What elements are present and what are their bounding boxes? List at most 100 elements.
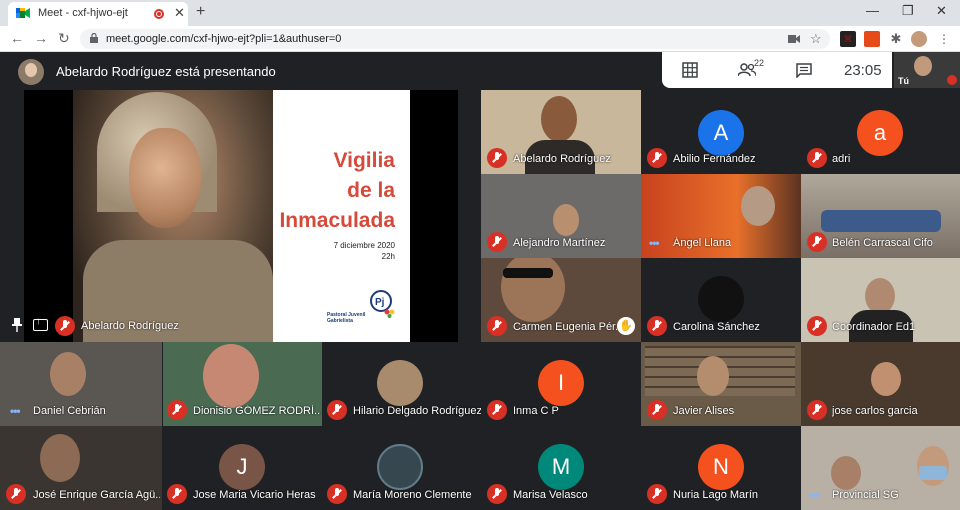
slide-organization: Pastoral Juvenil Gabrielista <box>327 312 383 324</box>
grid-layout-icon[interactable] <box>682 62 698 78</box>
participant-tile[interactable]: Javier Alises <box>641 342 801 426</box>
participant-tile[interactable]: M Marisa Velasco <box>481 426 641 510</box>
participant-tile[interactable]: ••• Daniel Cebrián <box>0 342 162 426</box>
participant-video <box>203 344 259 408</box>
participant-avatar: A <box>698 110 744 156</box>
slide-time-line: 22h <box>381 252 395 261</box>
browser-tab-bar: Meet - cxf-hjwo-ejt ✕ + — ❐ ✕ <box>0 0 960 26</box>
participant-name: Hilario Delgado Rodríguez <box>353 405 481 417</box>
participant-tile[interactable]: J Jose Maria Vicario Heras <box>163 426 322 510</box>
participant-name: Belén Carrascal Cifo <box>832 237 933 249</box>
participant-tile[interactable]: Belén Carrascal Cifo <box>801 174 960 258</box>
browser-toolbar: ← → ↻ meet.google.com/cxf-hjwo-ejt?pli=1… <box>0 26 960 52</box>
browser-menu-icon[interactable]: ⋮ <box>936 31 952 47</box>
participant-name: Coordinador Ed1 <box>832 321 916 333</box>
new-tab-button[interactable]: + <box>196 3 205 21</box>
participant-tile[interactable]: Dionisio GÓMEZ RODRÍ... <box>163 342 322 426</box>
address-bar[interactable]: meet.google.com/cxf-hjwo-ejt?pli=1&authu… <box>80 29 830 49</box>
participant-name: adri <box>832 153 851 165</box>
participant-name: Provincial SG <box>832 489 899 501</box>
participant-tile[interactable]: María Moreno Clemente <box>323 426 481 510</box>
self-video <box>914 56 932 76</box>
tab-close-icon[interactable]: ✕ <box>174 5 185 21</box>
participant-tile[interactable]: N Nuria Lago Marín <box>641 426 801 510</box>
muted-mic-icon <box>647 316 667 336</box>
muted-mic-icon <box>647 400 667 420</box>
participant-tile[interactable]: Hilario Delgado Rodríguez <box>323 342 481 426</box>
participant-tile[interactable]: Coordinador Ed1 <box>801 258 960 342</box>
muted-mic-icon <box>807 400 827 420</box>
participant-tile[interactable]: Abelardo Rodríguez <box>481 90 641 174</box>
pin-icon[interactable] <box>12 318 22 332</box>
muted-mic-icon <box>647 484 667 504</box>
meet-top-panel: 22 23:05 <box>662 52 892 88</box>
muted-mic-icon <box>487 232 507 252</box>
camera-icon[interactable] <box>788 34 800 44</box>
raised-hand-icon: ✋ <box>617 317 635 335</box>
participant-name: Carolina Sánchez <box>673 321 760 333</box>
muted-mic-icon <box>327 484 347 504</box>
self-view-tile[interactable]: Tú <box>894 52 960 88</box>
participant-video <box>871 362 901 396</box>
window-close-button[interactable]: ✕ <box>936 3 947 19</box>
extensions-puzzle-icon[interactable]: ✱ <box>888 31 904 47</box>
forward-button[interactable]: → <box>34 30 48 46</box>
participant-name: Nuria Lago Marín <box>673 489 758 501</box>
back-button[interactable]: ← <box>10 30 24 46</box>
participant-tile[interactable]: I Inma C P <box>481 342 641 426</box>
org-line-2: Gabrielista <box>327 318 353 324</box>
muted-mic-icon <box>487 400 507 420</box>
muted-mic-icon <box>807 148 827 168</box>
participant-tile[interactable]: Alejandro Martínez <box>481 174 641 258</box>
participant-name: Inma C P <box>513 405 559 417</box>
participant-video <box>865 278 895 314</box>
slide-photo-face <box>129 128 201 228</box>
participant-name: José Enrique García Agü... <box>33 489 160 501</box>
google-meet-icon <box>16 8 30 18</box>
minimize-button[interactable]: — <box>866 3 879 18</box>
speaking-dots-icon: ••• <box>809 488 820 502</box>
participant-tile[interactable]: Carmen Eugenia Pér... ✋ <box>481 258 641 342</box>
participant-tile[interactable]: ••• Ángel Llana <box>641 174 801 258</box>
participant-avatar: a <box>857 110 903 156</box>
participant-name: Abilio Fernández <box>673 153 756 165</box>
office-extension-icon[interactable] <box>864 31 880 47</box>
participant-tile[interactable]: A Abilio Fernández <box>641 90 801 174</box>
slide-title: Vigilia de la Inmaculada <box>279 149 395 232</box>
muted-mic-icon <box>167 400 187 420</box>
bookmark-star-icon[interactable]: ☆ <box>810 31 822 47</box>
slide-date-line: 7 diciembre 2020 <box>333 241 395 250</box>
muted-mic-icon <box>647 148 667 168</box>
presenter-avatar <box>18 59 44 85</box>
self-label: Tú <box>898 76 909 86</box>
participant-avatar <box>698 276 744 322</box>
lock-icon <box>90 33 98 43</box>
svg-text:Pj: Pj <box>375 297 385 308</box>
recording-icon <box>154 9 164 19</box>
presenter-name-label: Abelardo Rodríguez <box>81 320 179 332</box>
participant-avatar <box>377 444 423 490</box>
present-screen-icon[interactable] <box>33 316 48 331</box>
speaking-dots-icon: ••• <box>10 404 21 418</box>
participant-avatar: I <box>538 360 584 406</box>
participant-tile[interactable]: a adri <box>801 90 960 174</box>
chat-icon[interactable] <box>796 63 812 78</box>
meeting-clock: 23:05 <box>844 62 882 79</box>
presentation-slide: Vigilia de la Inmaculada 7 diciembre 202… <box>73 90 410 342</box>
presentation-tile[interactable]: Vigilia de la Inmaculada 7 diciembre 202… <box>24 90 458 342</box>
participant-avatar <box>377 360 423 406</box>
participant-tile[interactable]: jose carlos garcia <box>801 342 960 426</box>
participant-tile[interactable]: ••• Provincial SG <box>801 426 960 510</box>
participant-tile[interactable]: Carolina Sánchez <box>641 258 801 342</box>
maximize-button[interactable]: ❐ <box>902 3 914 19</box>
reload-button[interactable]: ↻ <box>58 30 70 47</box>
participant-name: Javier Alises <box>673 405 735 417</box>
participant-video <box>831 456 861 490</box>
profile-avatar[interactable] <box>911 31 927 47</box>
pdf-extension-icon[interactable]: ⌘ <box>840 31 856 47</box>
url-text: meet.google.com/cxf-hjwo-ejt?pli=1&authu… <box>106 33 342 45</box>
browser-tab[interactable]: Meet - cxf-hjwo-ejt ✕ <box>8 2 188 26</box>
muted-mic-icon <box>55 316 75 336</box>
slide-photo <box>73 90 273 342</box>
participant-tile[interactable]: José Enrique García Agü... <box>0 426 162 510</box>
